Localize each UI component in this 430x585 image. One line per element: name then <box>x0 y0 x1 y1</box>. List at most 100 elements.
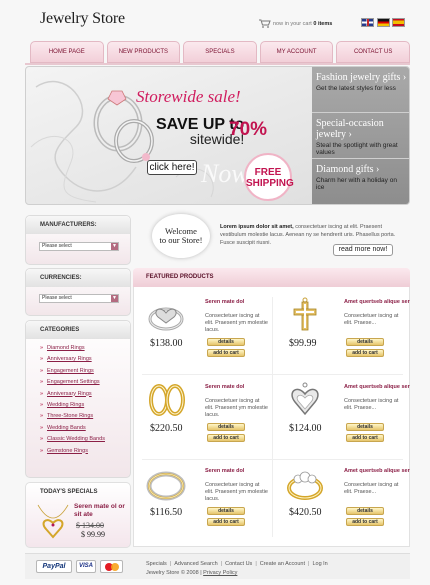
manufacturers-box: MANUFACTURERS: Please select ▼ <box>25 215 131 265</box>
product-price: $124.00 <box>289 423 322 434</box>
category-link[interactable]: Wedding Bands <box>40 425 130 436</box>
promo-title: Special-occasion jewelry › <box>316 118 384 140</box>
welcome-bold: Lorem ipsum dolor sit amet, <box>220 224 294 230</box>
special-new-price: $ 99.99 <box>81 530 105 539</box>
banner-click-here-button[interactable]: click here! <box>147 160 197 175</box>
details-button[interactable]: details <box>346 338 384 346</box>
product-name[interactable]: Amet quertseb alique ser <box>344 299 410 306</box>
currencies-select[interactable]: Please select ▼ <box>39 294 119 303</box>
footer-separator: | <box>255 561 257 567</box>
footer: PayPal VISA Specials | Advanced Search | Con… <box>25 553 410 579</box>
promo-banner[interactable]: Storewide sale! SAVE UP to sitewide! 70% … <box>25 66 410 205</box>
details-button[interactable]: details <box>346 507 384 515</box>
categories-list: Diamond Rings Anniversary Rings Engageme… <box>26 339 130 459</box>
category-link[interactable]: Engagement Rings <box>40 368 130 379</box>
product-desc: Consectetuer iscing at elit. Praesent ym… <box>205 482 268 502</box>
details-button[interactable]: details <box>207 507 245 515</box>
add-to-cart-button[interactable]: add to cart <box>207 349 245 357</box>
category-link[interactable]: Gemstone Rings <box>40 448 130 459</box>
band-ring-icon[interactable] <box>144 466 188 502</box>
heart-ring-icon[interactable] <box>144 297 188 333</box>
promo-fashion[interactable]: Fashion jewelry gifts › Get the latest st… <box>312 67 409 113</box>
category-link[interactable]: Classic Wedding Bands <box>40 436 130 447</box>
badge-line-2: SHIPPING <box>246 178 294 189</box>
hoop-earrings-icon[interactable] <box>144 382 188 418</box>
add-to-cart-button[interactable]: add to cart <box>346 349 384 357</box>
add-to-cart-button[interactable]: add to cart <box>346 434 384 442</box>
product-name[interactable]: Seren mate dol <box>205 468 271 475</box>
manufacturers-select[interactable]: Please select ▼ <box>39 242 119 251</box>
product-price: $138.00 <box>150 338 183 349</box>
product-card: $220.50 Seren mate dol Consectetuer isci… <box>134 376 272 459</box>
category-link[interactable]: Diamond Rings <box>40 345 130 356</box>
category-link[interactable]: Anniversary Rings <box>40 356 130 367</box>
nav-specials[interactable]: SPECIALS <box>183 41 257 63</box>
product-name[interactable]: Seren mate dol <box>205 299 271 306</box>
cart-icon[interactable] <box>259 19 271 28</box>
footer-link-specials[interactable]: Specials <box>146 561 167 567</box>
product-desc: Consectetuer iscing at elit. Praese... <box>344 482 399 495</box>
welcome-badge: Welcome to our Store! <box>152 214 210 258</box>
footer-separator: | <box>169 561 172 567</box>
category-link[interactable]: Anniversary Rings <box>40 391 130 402</box>
copyright-text: Jewelry Store © 2008 | <box>146 570 202 576</box>
page: Jewelry Store now in your cart 0 items H… <box>0 0 430 585</box>
category-link[interactable]: Wedding Rings <box>40 402 130 413</box>
currencies-select-value: Please select <box>42 295 72 301</box>
manufacturers-title: MANUFACTURERS: <box>26 216 130 234</box>
nav-my-account[interactable]: MY ACCOUNT <box>259 41 334 63</box>
details-button[interactable]: details <box>207 338 245 346</box>
todays-specials-box: TODAY'S SPECIALS Seren mate ol or sit at… <box>25 482 131 548</box>
currencies-box: CURRENCIES: Please select ▼ <box>25 268 131 316</box>
footer-links: Specials | Advanced Search | Contact Us | Crea… <box>146 561 328 567</box>
footer-separator: | <box>308 561 310 567</box>
footer-link-log-in[interactable]: Log In <box>312 561 327 567</box>
details-button[interactable]: details <box>207 423 245 431</box>
categories-title: CATEGORIES <box>26 321 130 339</box>
details-button[interactable]: details <box>346 423 384 431</box>
diamond-ring-icon[interactable] <box>283 466 327 502</box>
visa-icon: VISA <box>76 560 96 573</box>
category-link[interactable]: Three-Stone Rings <box>40 413 130 424</box>
footer-link-advanced-search[interactable]: Advanced Search <box>174 561 217 567</box>
paypal-icon: PayPal <box>36 560 72 573</box>
cart-status[interactable]: now in your cart 0 items <box>273 21 332 27</box>
mastercard-icon <box>100 560 123 573</box>
nav-home[interactable]: HOME PAGE <box>30 41 104 63</box>
category-link[interactable]: Engagement Settings <box>40 379 130 390</box>
cross-pendant-icon[interactable] <box>283 297 327 333</box>
special-product-name[interactable]: Seren mate ol or sit ate <box>74 503 126 518</box>
flag-spanish-icon[interactable] <box>392 18 405 27</box>
flag-english-icon[interactable] <box>361 18 374 27</box>
footer-link-contact-us[interactable]: Contact Us <box>225 561 252 567</box>
add-to-cart-button[interactable]: add to cart <box>207 518 245 526</box>
promo-special-occasion[interactable]: Special-occasion jewelry › Steal the spot… <box>312 113 409 159</box>
promo-desc: Steal the spotlight with great values <box>316 142 398 156</box>
privacy-policy-link[interactable]: Privacy Policy <box>203 570 237 576</box>
heart-pendant-icon[interactable] <box>283 382 327 418</box>
product-desc: Consectetuer iscing at elit. Praesent ym… <box>205 313 268 333</box>
product-price: $220.50 <box>150 423 183 434</box>
product-price: $99.99 <box>289 338 317 349</box>
badge-line-1: FREE <box>254 167 282 178</box>
product-name[interactable]: Seren mate dol <box>205 384 271 391</box>
nav-new-products[interactable]: NEW PRODUCTS <box>106 41 181 63</box>
footer-copyright: Jewelry Store © 2008 | Privacy Policy <box>146 570 237 576</box>
store-logo[interactable]: Jewelry Store <box>40 10 125 28</box>
welcome-line-2: to our Store! <box>159 235 203 245</box>
heart-necklace-icon[interactable] <box>34 501 72 541</box>
cart-prefix: now in your cart <box>273 21 312 27</box>
product-name[interactable]: Amet quertseb alique ser <box>344 384 410 391</box>
product-desc: Consectetuer iscing at elit. Praese... <box>344 313 399 326</box>
promo-diamond[interactable]: Diamond gifts › Charm her with a holiday … <box>312 159 409 204</box>
flag-german-icon[interactable] <box>377 18 390 27</box>
add-to-cart-button[interactable]: add to cart <box>346 518 384 526</box>
product-price: $420.50 <box>289 507 322 518</box>
specials-title: TODAY'S SPECIALS <box>40 489 98 495</box>
add-to-cart-button[interactable]: add to cart <box>207 434 245 442</box>
footer-link-create-account[interactable]: Create an Account <box>260 561 305 567</box>
product-name[interactable]: Amet quertseb alique ser <box>344 468 410 475</box>
grid-divider <box>142 374 403 375</box>
read-more-button[interactable]: read more now! <box>333 244 393 256</box>
nav-contact-us[interactable]: CONTACT US <box>336 41 410 63</box>
